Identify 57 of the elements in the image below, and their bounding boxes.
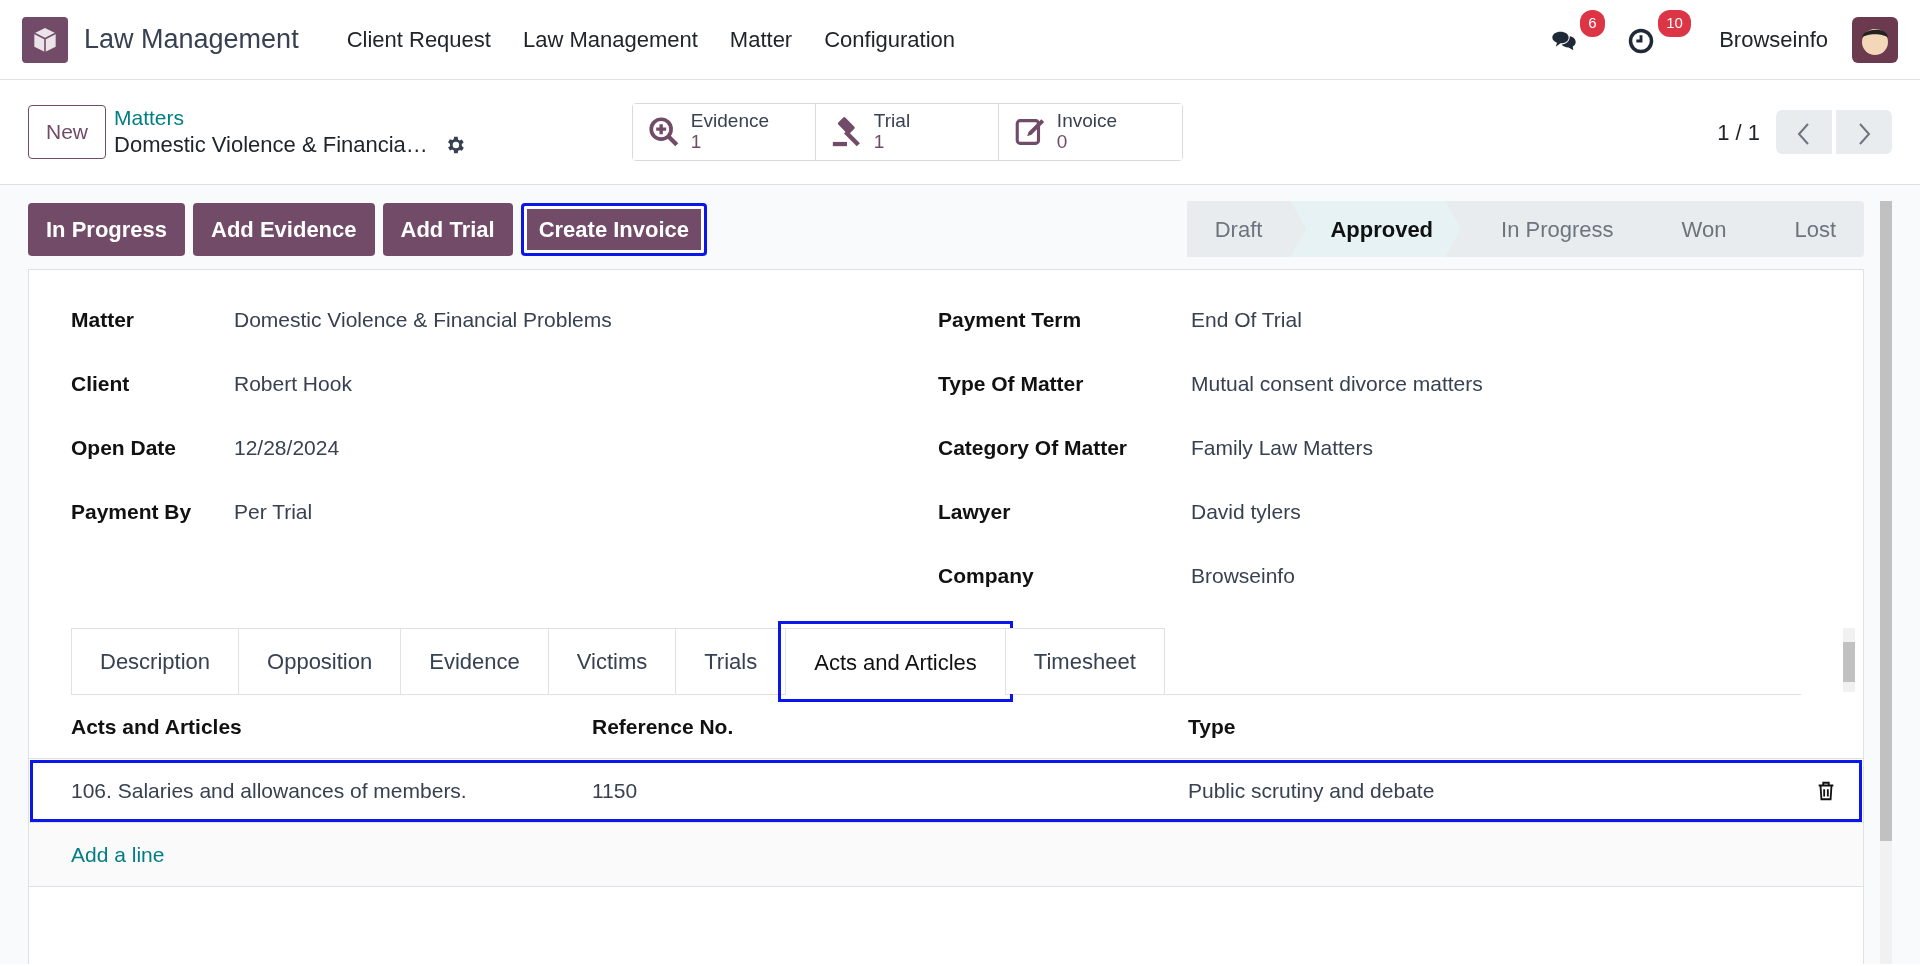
field-label: Lawyer bbox=[938, 499, 1012, 525]
field-label: Category Of Matter bbox=[938, 435, 1129, 461]
stat-button[interactable]: Evidence 1 bbox=[632, 104, 816, 160]
stat-count: 1 bbox=[690, 132, 703, 153]
scrollbar[interactable] bbox=[1880, 201, 1892, 964]
table-cell-text: 1150 bbox=[592, 777, 639, 804]
field-value: David tylers bbox=[1191, 499, 1301, 525]
stat-label: Trial bbox=[873, 111, 911, 132]
field-value: Domestic Violence & Financial Problems bbox=[234, 307, 612, 333]
stat-count: 0 bbox=[1056, 132, 1069, 153]
add-line-link[interactable]: Add a line bbox=[71, 838, 165, 871]
table-cell-text: 106. Salaries and allowances of members. bbox=[70, 777, 468, 804]
avatar-icon[interactable] bbox=[1852, 16, 1898, 63]
menu-item[interactable]: Client Request bbox=[346, 23, 491, 56]
count-badge: 10 bbox=[1658, 10, 1691, 37]
column-header: Type bbox=[1188, 713, 1236, 740]
table-cell-text: Public scrutiny and debate bbox=[1188, 777, 1435, 804]
table-row[interactable]: 106. Salaries and allowances of members. 1150 Public scrutiny and debate bbox=[29, 759, 1863, 823]
record-title: Domestic Violence & Financia… bbox=[114, 131, 428, 159]
field-value: End Of Trial bbox=[1191, 307, 1302, 333]
field-value: Per Trial bbox=[234, 499, 313, 525]
stat-label: Invoice bbox=[1056, 111, 1118, 132]
field-label: Company bbox=[938, 563, 1035, 589]
field-label: Matter bbox=[71, 307, 135, 333]
pager-value: 1 / 1 bbox=[1717, 118, 1760, 147]
menu-item[interactable]: Matter bbox=[729, 23, 793, 56]
field-label: Payment By bbox=[71, 499, 193, 525]
count-badge: 6 bbox=[1580, 10, 1605, 37]
action-button[interactable]: In Progress bbox=[28, 202, 186, 256]
column-header: Acts and Articles bbox=[70, 713, 243, 740]
scrollbar[interactable] bbox=[1843, 628, 1855, 692]
action-button[interactable]: Add Trial bbox=[382, 202, 513, 256]
breadcrumb-link[interactable]: Matters bbox=[114, 105, 466, 132]
field-label: Open Date bbox=[71, 435, 178, 461]
magnifier-plus-icon bbox=[646, 115, 681, 149]
column-header: Reference No. bbox=[592, 713, 735, 740]
menu-item[interactable]: Configuration bbox=[824, 23, 956, 56]
field-label: Type Of Matter bbox=[938, 371, 1085, 397]
field-value: Browseinfo bbox=[1191, 563, 1295, 589]
app-logo-icon[interactable] bbox=[22, 16, 68, 63]
company-name[interactable]: Browseinfo bbox=[1719, 23, 1828, 56]
status-stage[interactable]: Approved bbox=[1290, 201, 1462, 257]
stat-count: 1 bbox=[873, 132, 886, 153]
field-label: Payment Term bbox=[938, 307, 1083, 333]
field-value: 12/28/2024 bbox=[234, 435, 340, 461]
menu-item[interactable]: Law Management bbox=[522, 23, 698, 56]
stat-label: Evidence bbox=[690, 111, 770, 132]
field-value: Robert Hook bbox=[234, 371, 352, 397]
form-tab[interactable]: Timesheet bbox=[1004, 628, 1165, 694]
form-tab[interactable]: Description bbox=[71, 628, 240, 694]
app-name: Law Management bbox=[84, 23, 299, 57]
field-label: Client bbox=[71, 371, 131, 397]
new-button[interactable]: New bbox=[28, 105, 106, 159]
field-value: Mutual consent divorce matters bbox=[1191, 371, 1483, 397]
action-button[interactable]: Add Evidence bbox=[193, 202, 375, 256]
action-button[interactable]: Create Invoice bbox=[520, 202, 708, 256]
field-value: Family Law Matters bbox=[1191, 435, 1374, 461]
